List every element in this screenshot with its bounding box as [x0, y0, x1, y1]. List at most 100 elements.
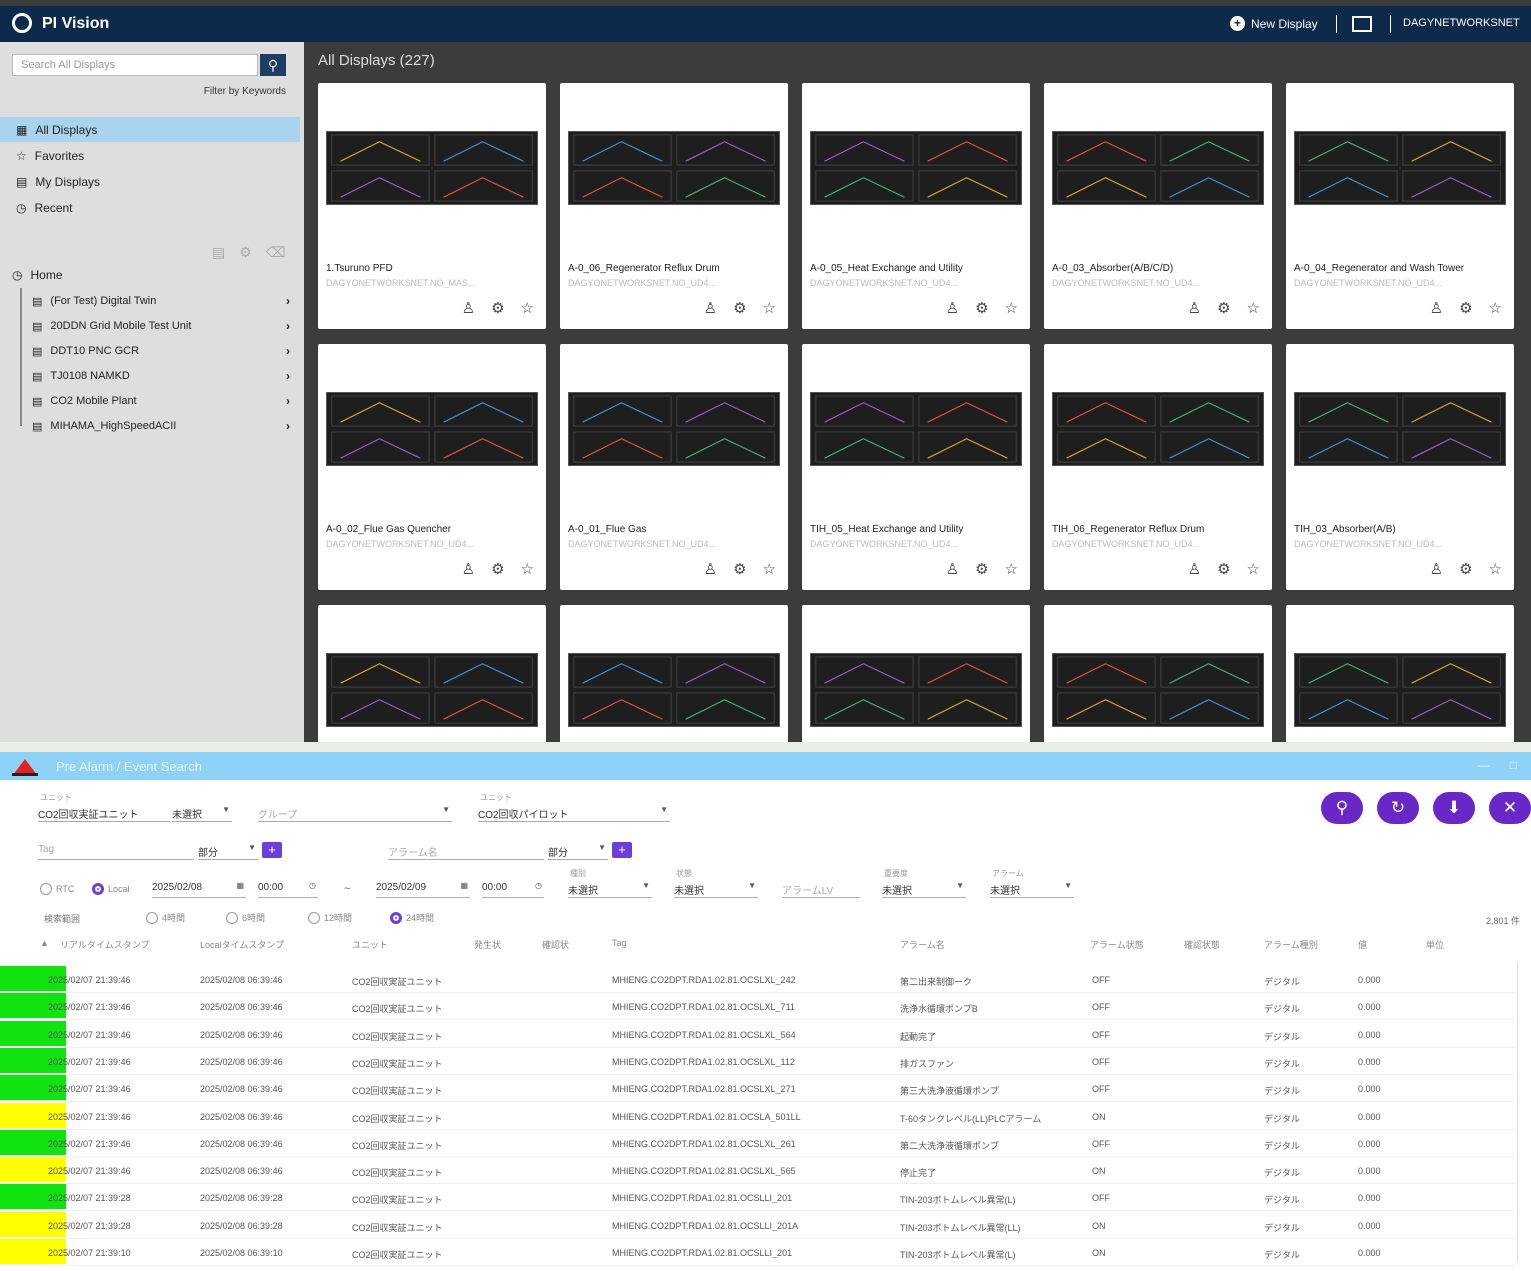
- display-card[interactable]: ♙⚙☆: [802, 605, 1030, 742]
- settings-icon[interactable]: ⚙: [239, 244, 252, 261]
- star-icon[interactable]: ☆: [1247, 299, 1260, 317]
- display-card[interactable]: A-0_01_Flue Gas DAGYONETWORKSNET.NO_UD4..…: [560, 344, 788, 590]
- gear-icon[interactable]: ⚙: [733, 299, 746, 317]
- star-icon[interactable]: ☆: [1005, 299, 1018, 317]
- table-row[interactable]: 2025/02/07 21:39:46 2025/02/08 06:39:46 CO…: [0, 1047, 1515, 1075]
- clear-button[interactable]: ✕: [1489, 792, 1531, 824]
- alarm-type-select[interactable]: 未選択 ▼: [990, 878, 1074, 898]
- gear-icon[interactable]: ⚙: [1217, 299, 1230, 317]
- users-icon[interactable]: ♙: [704, 560, 717, 578]
- users-icon[interactable]: ♙: [946, 299, 959, 317]
- search-input[interactable]: Search All Displays: [12, 54, 258, 76]
- table-row[interactable]: 2025/02/07 21:39:46 2025/02/08 06:39:46 CO…: [0, 1157, 1515, 1185]
- status-select[interactable]: 未選択 ▼: [172, 802, 232, 822]
- type-select[interactable]: 未選択 ▼: [568, 878, 652, 898]
- display-card[interactable]: TIH_05_Heat Exchange and Utility DAGYONET…: [802, 344, 1030, 590]
- range-6h-radio[interactable]: 6時間: [226, 911, 265, 924]
- chevron-right-icon[interactable]: ›: [286, 319, 290, 333]
- chevron-right-icon[interactable]: ›: [286, 419, 290, 433]
- gear-icon[interactable]: ⚙: [1459, 560, 1472, 578]
- end-date-input[interactable]: 2025/02/09 ▦: [376, 878, 470, 898]
- table-row[interactable]: 2025/02/07 21:39:46 2025/02/08 06:39:46 CO…: [0, 993, 1515, 1021]
- gear-icon[interactable]: ⚙: [975, 560, 988, 578]
- tag-match-select[interactable]: 部分 ▼: [198, 840, 258, 860]
- header-alarm-name[interactable]: アラーム名: [900, 938, 945, 951]
- table-row[interactable]: 2025/02/07 21:39:46 2025/02/08 06:39:46 CO…: [0, 966, 1515, 993]
- table-row[interactable]: 2025/02/07 21:39:10 2025/02/08 06:39:10 CO…: [0, 1239, 1515, 1266]
- nav-favorites[interactable]: ☆ Favorites: [0, 143, 300, 168]
- display-card[interactable]: A-0_02_Flue Gas Quencher DAGYONETWORKSNET…: [318, 344, 546, 590]
- display-card[interactable]: ♙⚙☆: [1286, 605, 1514, 742]
- calendar-icon[interactable]: ▦: [236, 881, 244, 890]
- users-icon[interactable]: ♙: [1430, 299, 1443, 317]
- folder-item[interactable]: ▤ DDT10 PNC GCR ›: [32, 340, 290, 362]
- users-icon[interactable]: ♙: [704, 299, 717, 317]
- group-select[interactable]: グループ ▼: [258, 802, 452, 822]
- users-icon[interactable]: ♙: [1430, 560, 1443, 578]
- star-icon[interactable]: ☆: [1489, 560, 1502, 578]
- star-icon[interactable]: ☆: [763, 560, 776, 578]
- calendar-icon[interactable]: ▦: [460, 881, 468, 890]
- display-card[interactable]: A-0_05_Heat Exchange and Utility DAGYONET…: [802, 83, 1030, 329]
- nav-recent[interactable]: ◷ Recent: [0, 195, 300, 220]
- end-time-input[interactable]: 00:00 ◷: [482, 878, 544, 898]
- header-alarm-state[interactable]: アラーム状態: [1090, 938, 1144, 951]
- star-icon[interactable]: ☆: [763, 299, 776, 317]
- range-12h-radio[interactable]: 12時間: [308, 911, 352, 924]
- clock-icon[interactable]: ◷: [309, 881, 316, 890]
- display-card[interactable]: 1.Tsuruno PFD DAGYONETWORKSNET.NO_MAS... ♙…: [318, 83, 546, 329]
- display-card[interactable]: ♙⚙☆: [1044, 605, 1272, 742]
- table-row[interactable]: 2025/02/07 21:39:46 2025/02/08 06:39:46 CO…: [0, 1075, 1515, 1103]
- table-scrollbar[interactable]: [1517, 962, 1527, 1262]
- maximize-icon[interactable]: □: [1510, 758, 1517, 772]
- chevron-right-icon[interactable]: ›: [286, 294, 290, 308]
- minimize-icon[interactable]: —: [1478, 758, 1490, 772]
- folder-item[interactable]: ▤ 20DDN Grid Mobile Test Unit ›: [32, 315, 290, 337]
- state-select[interactable]: 未選択 ▼: [674, 878, 758, 898]
- table-row[interactable]: 2025/02/07 21:39:46 2025/02/08 06:39:46 CO…: [0, 1102, 1515, 1130]
- display-card[interactable]: A-0_04_Regenerator and Wash Tower DAGYONE…: [1286, 83, 1514, 329]
- star-icon[interactable]: ☆: [1489, 299, 1502, 317]
- table-row[interactable]: 2025/02/07 21:39:46 2025/02/08 06:39:46 CO…: [0, 1129, 1515, 1157]
- gear-icon[interactable]: ⚙: [1459, 299, 1472, 317]
- user-name[interactable]: DAGYNETWORKSNET: [1403, 17, 1520, 29]
- users-icon[interactable]: ♙: [1188, 299, 1201, 317]
- gear-icon[interactable]: ⚙: [491, 299, 504, 317]
- chevron-right-icon[interactable]: ›: [286, 344, 290, 358]
- display-card[interactable]: ♙⚙☆: [318, 605, 546, 742]
- display-card[interactable]: A-0_03_Absorber(A/B/C/D) DAGYONETWORKSNET…: [1044, 83, 1272, 329]
- folder-item[interactable]: ▤ CO2 Mobile Plant ›: [32, 390, 290, 412]
- nav-my-displays[interactable]: ▤ My Displays: [0, 169, 300, 194]
- header-real-timestamp[interactable]: リアルタイムスタンプ: [60, 938, 149, 951]
- users-icon[interactable]: ♙: [462, 560, 475, 578]
- add-alarm-button[interactable]: +: [612, 842, 632, 858]
- gear-icon[interactable]: ⚙: [733, 560, 746, 578]
- folder-item[interactable]: ▤ MIHAMA_HighSpeedACII ›: [32, 415, 290, 437]
- star-icon[interactable]: ☆: [521, 299, 534, 317]
- header-unit[interactable]: ユニット: [352, 938, 388, 951]
- display-card[interactable]: TIH_03_Absorber(A/B) DAGYONETWORKSNET.NO_…: [1286, 344, 1514, 590]
- chevron-right-icon[interactable]: ›: [286, 369, 290, 383]
- display-card[interactable]: A-0_06_Regenerator Reflux Drum DAGYONETWO…: [560, 83, 788, 329]
- header-alarm-kind[interactable]: アラーム種別: [1264, 938, 1318, 951]
- users-icon[interactable]: ♙: [1188, 560, 1201, 578]
- download-button[interactable]: ⬇: [1433, 792, 1475, 824]
- start-date-input[interactable]: 2025/02/08 ▦: [152, 878, 246, 898]
- star-icon[interactable]: ☆: [521, 560, 534, 578]
- new-folder-icon[interactable]: ▤: [212, 244, 225, 261]
- header-ack[interactable]: 確認状: [542, 938, 569, 951]
- users-icon[interactable]: ♙: [462, 299, 475, 317]
- add-tag-button[interactable]: +: [262, 842, 282, 858]
- keyboard-icon[interactable]: [1352, 16, 1372, 32]
- filter-keywords-link[interactable]: Filter by Keywords: [204, 86, 286, 97]
- delete-icon[interactable]: ⌫: [266, 244, 286, 261]
- clock-icon[interactable]: ◷: [535, 881, 542, 890]
- nav-all-displays[interactable]: ▦ All Displays: [0, 117, 300, 142]
- gear-icon[interactable]: ⚙: [491, 560, 504, 578]
- users-icon[interactable]: ♙: [946, 560, 959, 578]
- unit-select[interactable]: CO2回収実証ユニット: [38, 802, 170, 822]
- table-row[interactable]: 2025/02/07 21:39:28 2025/02/08 06:39:28 CO…: [0, 1184, 1515, 1212]
- start-time-input[interactable]: 00:00 ◷: [258, 878, 318, 898]
- unit2-select[interactable]: CO2回収パイロット ▼: [478, 802, 670, 822]
- new-display-button[interactable]: + New Display: [1230, 16, 1318, 31]
